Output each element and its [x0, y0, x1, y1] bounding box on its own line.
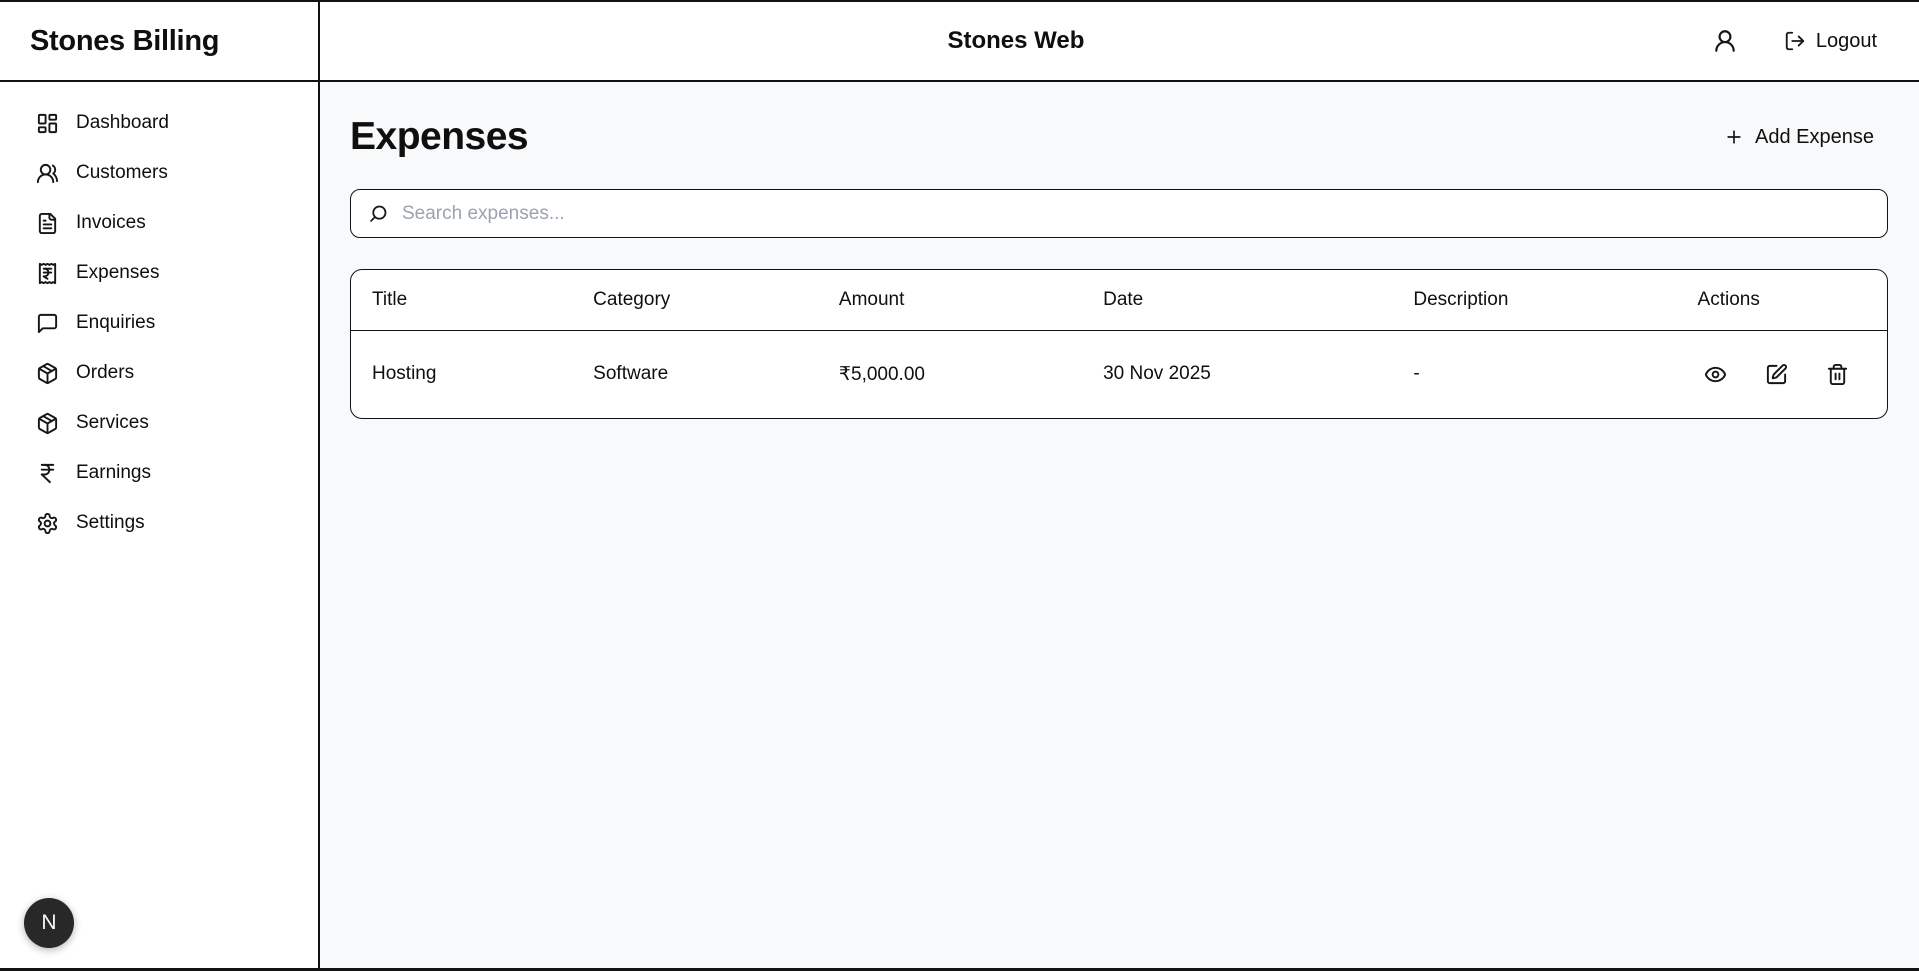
users-icon: [36, 162, 59, 185]
column-header-amount: Amount: [838, 288, 905, 310]
app-logo: Stones Billing: [30, 24, 220, 57]
sidebar-item-label: Earnings: [76, 462, 151, 483]
sidebar-item-label: Enquiries: [76, 312, 156, 333]
sidebar-item-enquiries[interactable]: Enquiries: [0, 298, 318, 348]
sidebar-item-label: Expenses: [76, 262, 160, 283]
sidebar-item-label: Customers: [76, 162, 168, 183]
logout-label: Logout: [1815, 29, 1877, 52]
cell-category: Software: [593, 363, 669, 384]
delete-button[interactable]: [1826, 363, 1849, 386]
add-expense-button[interactable]: Add Expense: [1724, 126, 1888, 149]
table-row: Hosting Software ₹5,000.00 30 Nov 2025 -: [351, 330, 1887, 418]
sidebar-item-label: Services: [76, 412, 149, 433]
avatar-initial: N: [41, 911, 57, 934]
package-icon: [36, 362, 59, 385]
sidebar-item-expenses[interactable]: Expenses: [0, 248, 318, 298]
trash-icon: [1826, 363, 1849, 386]
cell-date: 30 Nov 2025: [1103, 363, 1211, 384]
package-icon: [36, 412, 59, 435]
rupee-icon: [36, 462, 59, 485]
edit-icon: [1765, 363, 1788, 386]
app-window: Stones Billing Stones Web Logout Dashboa…: [0, 2, 1919, 968]
search-icon: [368, 203, 389, 224]
dashboard-icon: [36, 112, 59, 135]
sidebar-item-dashboard[interactable]: Dashboard: [0, 98, 318, 148]
column-header-actions: Actions: [1697, 288, 1760, 310]
add-expense-label: Add Expense: [1755, 125, 1874, 148]
expenses-table: Title Category Amount Date Description A…: [350, 269, 1888, 419]
plus-icon: [1724, 127, 1744, 147]
row-actions: [1698, 331, 1887, 418]
gear-icon: [36, 512, 59, 535]
search-bar: [350, 189, 1888, 238]
sidebar-item-earnings[interactable]: Earnings: [0, 448, 318, 498]
table-header-row: Title Category Amount Date Description A…: [351, 270, 1887, 330]
avatar[interactable]: N: [24, 898, 74, 948]
edit-button[interactable]: [1765, 363, 1788, 386]
cell-amount: ₹5,000.00: [838, 363, 925, 385]
sidebar: Dashboard Customers Invoices Expenses En…: [0, 82, 320, 968]
user-icon[interactable]: [1712, 28, 1738, 54]
sidebar-item-settings[interactable]: Settings: [0, 498, 318, 548]
sidebar-item-label: Settings: [76, 512, 145, 533]
receipt-rupee-icon: [36, 262, 59, 285]
top-header: Stones Web Logout: [320, 2, 1919, 82]
file-text-icon: [36, 212, 59, 235]
sidebar-item-invoices[interactable]: Invoices: [0, 198, 318, 248]
sidebar-item-label: Invoices: [76, 212, 146, 233]
main-content: Expenses Add Expense Search expenses... …: [320, 82, 1919, 968]
eye-icon: [1704, 363, 1727, 386]
column-header-category: Category: [593, 288, 671, 310]
search-input[interactable]: [402, 190, 1887, 237]
sidebar-item-label: Dashboard: [76, 112, 169, 133]
column-header-date: Date: [1103, 288, 1144, 310]
view-button[interactable]: [1704, 363, 1727, 386]
sidebar-item-label: Orders: [76, 362, 135, 383]
sidebar-item-services[interactable]: Services: [0, 398, 318, 448]
message-square-icon: [36, 312, 59, 335]
cell-description: -: [1413, 363, 1420, 384]
page-title: Expenses: [350, 115, 529, 158]
column-header-title: Title: [372, 288, 408, 310]
header-right-group: Logout: [1712, 28, 1877, 54]
logout-icon: [1784, 30, 1806, 52]
header-title: Stones Web: [947, 27, 1085, 54]
cell-title: Hosting: [372, 363, 437, 384]
sidebar-item-customers[interactable]: Customers: [0, 148, 318, 198]
logo-area: Stones Billing: [0, 2, 320, 82]
column-header-description: Description: [1413, 288, 1509, 310]
sidebar-item-orders[interactable]: Orders: [0, 348, 318, 398]
logout-button[interactable]: Logout: [1784, 30, 1877, 53]
